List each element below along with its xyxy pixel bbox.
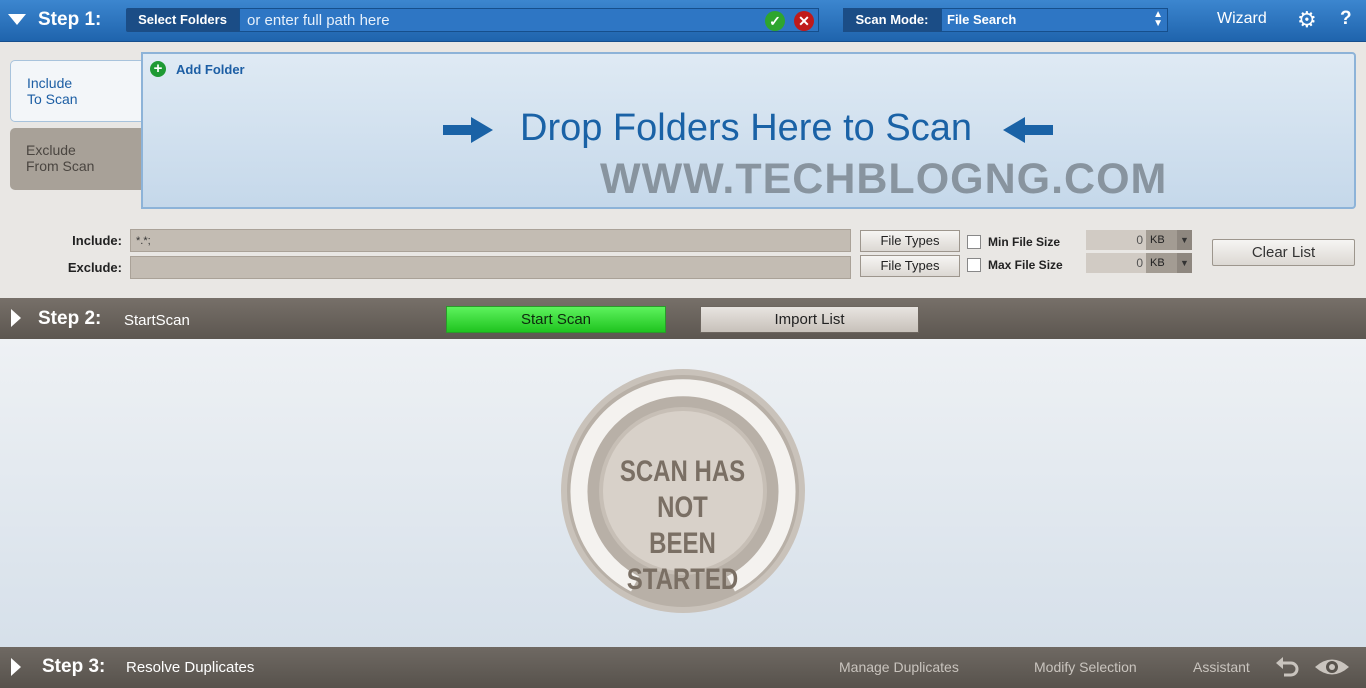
min-file-size-label: Min File Size (988, 235, 1061, 249)
select-folders-button[interactable]: Select Folders (126, 8, 239, 32)
step3-subtitle: Resolve Duplicates (126, 659, 255, 676)
tab-exclude-from-scan[interactable]: Exclude From Scan (10, 128, 141, 190)
import-list-button[interactable]: Import List (700, 306, 919, 333)
add-folder-icon[interactable]: + (150, 61, 166, 77)
scan-mode-label: Scan Mode: (843, 8, 941, 32)
dropdown-arrow-icon: ▼ (1177, 253, 1192, 273)
step2-title: Step 2: (38, 308, 102, 329)
expand-step2-icon[interactable] (11, 309, 21, 327)
include-file-types-button[interactable]: File Types (860, 230, 960, 252)
wizard-button[interactable]: Wizard (1217, 10, 1267, 28)
dropdown-arrow-icon: ▼ (1177, 230, 1192, 250)
step1-title: Step 1: (38, 9, 102, 30)
include-filter-label: Include: (72, 233, 122, 248)
scan-mode-select[interactable]: File Search ▲ ▼ (941, 8, 1168, 32)
help-button[interactable]: ? (1340, 8, 1352, 30)
step1-bar: Step 1: Select Folders ✓ ✕ Scan Mode: Fi… (0, 0, 1366, 42)
exclude-file-types-button[interactable]: File Types (860, 255, 960, 277)
min-size-unit-select[interactable]: KB ▼ (1146, 230, 1192, 250)
scan-status-text: SCAN HAS NOT BEEN STARTED (609, 454, 757, 598)
assistant-link[interactable]: Assistant (1193, 659, 1250, 675)
scan-mode-value: File Search (947, 12, 1017, 27)
max-size-unit-select[interactable]: KB ▼ (1146, 253, 1192, 273)
arrow-left-icon (1003, 117, 1053, 143)
exclude-filter-input[interactable] (130, 256, 851, 279)
confirm-check-icon[interactable]: ✓ (765, 11, 785, 31)
tab-include-label: Include To Scan (27, 75, 78, 107)
max-unit-value: KB (1150, 257, 1165, 269)
step3-bar: Step 3: Resolve Duplicates Manage Duplic… (0, 647, 1366, 688)
max-file-size-checkbox[interactable] (967, 258, 981, 272)
drop-instructions: Drop Folders Here to Scan (520, 107, 972, 149)
path-input[interactable] (239, 8, 819, 32)
step2-bar: Step 2: StartScan (0, 298, 1366, 339)
add-folder-button[interactable]: Add Folder (176, 62, 245, 77)
cancel-x-icon[interactable]: ✕ (794, 11, 814, 31)
tab-include-to-scan[interactable]: Include To Scan (10, 60, 144, 122)
min-size-input[interactable]: 0 (1086, 230, 1146, 250)
watermark: WWW.TECHBLOGNG.COM (600, 155, 1168, 203)
manage-duplicates-link[interactable]: Manage Duplicates (839, 659, 959, 675)
exclude-filter-label: Exclude: (67, 260, 122, 275)
modify-selection-link[interactable]: Modify Selection (1034, 659, 1137, 675)
max-file-size-label: Max File Size (988, 258, 1063, 272)
eye-icon[interactable] (1314, 656, 1350, 678)
gear-icon[interactable]: ⚙ (1297, 7, 1317, 33)
min-unit-value: KB (1150, 234, 1165, 246)
step2-subtitle: StartScan (124, 312, 190, 329)
undo-icon[interactable] (1276, 656, 1300, 678)
max-size-input[interactable]: 0 (1086, 253, 1146, 273)
scan-status-line1: SCAN HAS NOT (619, 455, 746, 524)
clear-list-button[interactable]: Clear List (1212, 239, 1355, 266)
step3-title: Step 3: (42, 656, 106, 677)
scan-status-line2: BEEN STARTED (626, 527, 739, 596)
include-filter-input[interactable] (130, 229, 851, 252)
min-file-size-checkbox[interactable] (967, 235, 981, 249)
tab-exclude-label: Exclude From Scan (26, 142, 95, 174)
arrow-right-icon (443, 117, 493, 143)
expand-step3-icon[interactable] (11, 658, 21, 676)
start-scan-button[interactable]: Start Scan (446, 306, 666, 333)
collapse-step1-icon[interactable] (8, 14, 26, 25)
updown-arrow-icon: ▲ ▼ (1153, 9, 1163, 29)
